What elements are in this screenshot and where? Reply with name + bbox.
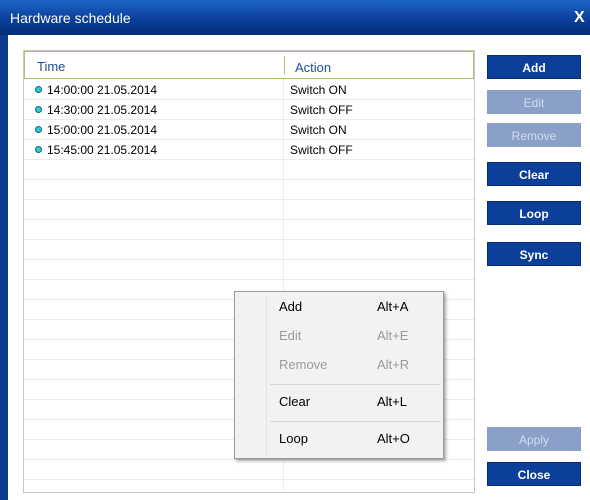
window-frame — [0, 35, 8, 500]
sync-button[interactable]: Sync — [487, 242, 581, 266]
cell-action: Switch OFF — [290, 143, 353, 157]
cell-action: Switch OFF — [290, 103, 353, 117]
menu-item-shortcut: Alt+E — [377, 328, 409, 343]
window-content: Time Action 14:00:00 21.05.2014 Switch ON… — [8, 35, 590, 500]
edit-button[interactable]: Edit — [487, 90, 581, 114]
list-header: Time Action — [24, 51, 474, 79]
menu-item-add[interactable]: Add Alt+A — [270, 296, 440, 318]
window-title: Hardware schedule — [10, 10, 131, 26]
column-divider[interactable] — [284, 56, 285, 74]
column-header-time[interactable]: Time — [37, 59, 65, 74]
menu-item-clear[interactable]: Clear Alt+L — [270, 391, 440, 413]
cell-time: 15:45:00 21.05.2014 — [47, 143, 158, 157]
apply-button[interactable]: Apply — [487, 427, 581, 451]
remove-button[interactable]: Remove — [487, 123, 581, 147]
table-row — [24, 260, 474, 280]
context-menu: Add Alt+A Edit Alt+E Remove Alt+R Clear … — [234, 291, 444, 459]
cell-time: 15:00:00 21.05.2014 — [47, 123, 158, 137]
table-row — [24, 460, 474, 480]
table-row[interactable]: 14:00:00 21.05.2014 Switch ON — [24, 80, 474, 100]
table-row — [24, 180, 474, 200]
menu-item-label: Remove — [279, 357, 328, 372]
menu-separator — [270, 384, 440, 385]
menu-separator — [270, 421, 440, 422]
menu-item-label: Clear — [279, 394, 311, 409]
table-row — [24, 200, 474, 220]
cell-action: Switch ON — [290, 83, 347, 97]
status-dot-icon — [35, 126, 42, 133]
menu-item-shortcut: Alt+O — [377, 431, 410, 446]
hardware-schedule-window: Hardware schedule X Time Action 14:00:00… — [0, 0, 590, 500]
add-button[interactable]: Add — [487, 55, 581, 79]
menu-item-edit[interactable]: Edit Alt+E — [270, 325, 440, 347]
table-row — [24, 240, 474, 260]
menu-gutter — [266, 296, 267, 454]
table-row — [24, 160, 474, 180]
close-button[interactable]: Close — [487, 462, 581, 486]
table-row[interactable]: 15:00:00 21.05.2014 Switch ON — [24, 120, 474, 140]
menu-item-label: Add — [279, 299, 303, 314]
status-dot-icon — [35, 86, 42, 93]
table-row[interactable]: 14:30:00 21.05.2014 Switch OFF — [24, 100, 474, 120]
cell-action: Switch ON — [290, 123, 347, 137]
menu-item-label: Edit — [279, 328, 302, 343]
menu-item-loop[interactable]: Loop Alt+O — [270, 428, 440, 450]
status-dot-icon — [35, 146, 42, 153]
clear-button[interactable]: Clear — [487, 162, 581, 186]
menu-item-remove[interactable]: Remove Alt+R — [270, 354, 440, 376]
table-row[interactable]: 15:45:00 21.05.2014 Switch OFF — [24, 140, 474, 160]
status-dot-icon — [35, 106, 42, 113]
title-bar[interactable]: Hardware schedule X — [0, 0, 590, 35]
menu-item-label: Loop — [279, 431, 308, 446]
menu-item-shortcut: Alt+L — [377, 394, 407, 409]
close-icon[interactable]: X — [574, 9, 590, 27]
menu-item-shortcut: Alt+A — [377, 299, 409, 314]
table-row — [24, 220, 474, 240]
cell-time: 14:00:00 21.05.2014 — [47, 83, 158, 97]
menu-item-shortcut: Alt+R — [377, 357, 410, 372]
loop-button[interactable]: Loop — [487, 201, 581, 225]
column-header-action[interactable]: Action — [295, 60, 331, 75]
cell-time: 14:30:00 21.05.2014 — [47, 103, 158, 117]
